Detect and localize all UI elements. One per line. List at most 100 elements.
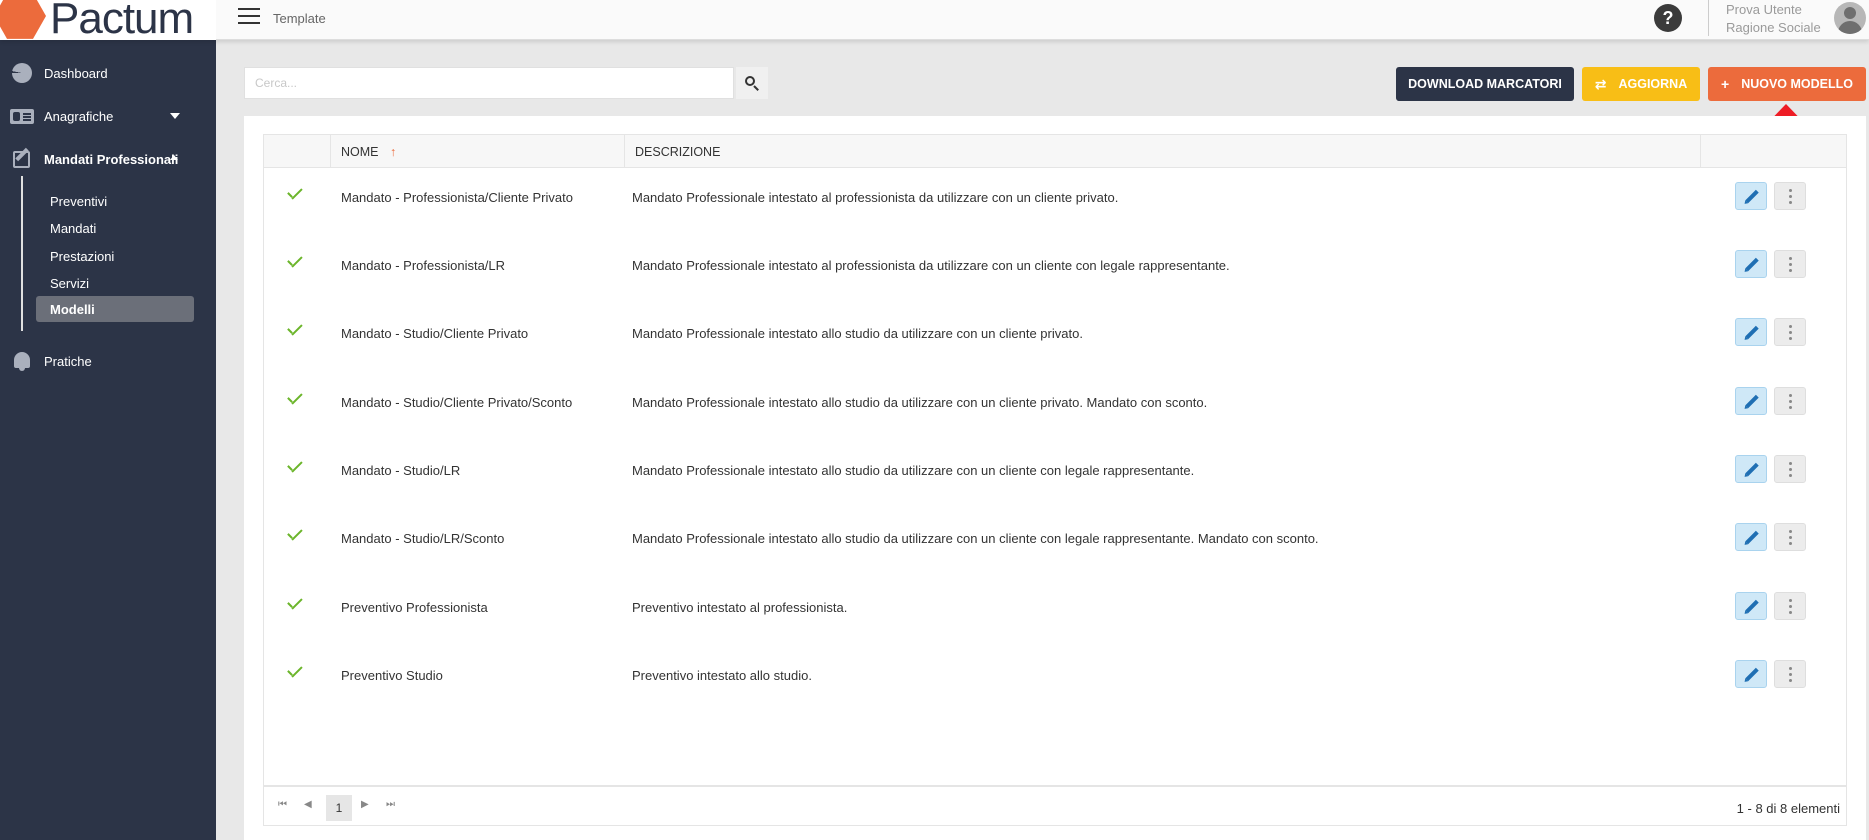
dot-icon — [1789, 530, 1792, 533]
more-options-button[interactable] — [1774, 182, 1806, 210]
row-name: Mandato - Studio/Cliente Privato/Sconto — [341, 395, 573, 410]
caret-down-icon — [170, 113, 180, 119]
new-template-button[interactable]: + Nuovo modello — [1708, 67, 1866, 101]
more-options-button[interactable] — [1774, 455, 1806, 483]
dot-icon — [1789, 257, 1792, 260]
dot-icon — [1789, 394, 1792, 397]
submenu-item-servizi[interactable]: Servizi — [50, 276, 89, 291]
edit-button[interactable] — [1735, 523, 1767, 551]
grid-header: Nome ↑ Descrizione — [264, 135, 1846, 168]
sidebar-item-pratiche[interactable]: Pratiche — [0, 344, 216, 378]
submenu-item-mandati[interactable]: Mandati — [50, 221, 96, 236]
row-name: Mandato - Studio/Cliente Privato — [341, 326, 529, 341]
table-row[interactable]: Mandato - Studio/Cliente Privato/Sconto … — [264, 373, 1846, 441]
avatar-body-icon — [1838, 21, 1862, 34]
sidebar-item-dashboard[interactable]: Dashboard — [0, 56, 216, 90]
pencil-icon — [1745, 667, 1759, 682]
top-bar: Pactum Template ? Prova Utente Ragione S… — [0, 0, 1869, 40]
check-icon — [286, 600, 304, 612]
edit-button[interactable] — [1735, 660, 1767, 688]
row-name: Preventivo Professionista — [341, 600, 488, 615]
search-button[interactable] — [736, 67, 768, 99]
edit-button[interactable] — [1735, 182, 1767, 210]
row-name: Mandato - Studio/LR — [341, 463, 461, 478]
table-row[interactable]: Mandato - Studio/LR/Sconto Mandato Profe… — [264, 509, 1846, 577]
dot-icon — [1789, 536, 1792, 539]
submenu-item-preventivi[interactable]: Preventivi — [50, 194, 107, 209]
column-header-actions — [1700, 135, 1846, 168]
download-markers-label: Download marcatori — [1408, 77, 1562, 91]
column-header-name[interactable]: Nome ↑ — [330, 135, 624, 168]
download-markers-button[interactable]: Download marcatori — [1396, 67, 1574, 101]
edit-button[interactable] — [1735, 318, 1767, 346]
dot-icon — [1789, 337, 1792, 340]
pencil-icon — [1745, 394, 1759, 409]
more-options-button[interactable] — [1774, 250, 1806, 278]
previous-page-icon[interactable]: ◀ — [304, 799, 312, 810]
check-icon — [286, 190, 304, 202]
new-template-label: Nuovo modello — [1741, 77, 1853, 91]
dot-icon — [1789, 269, 1792, 272]
user-name[interactable]: Prova Utente — [1726, 2, 1802, 17]
more-options-button[interactable] — [1774, 592, 1806, 620]
logo-hexagon-icon — [0, 0, 46, 39]
sidebar-item-label: Pratiche — [44, 354, 92, 369]
column-header-description[interactable]: Descrizione — [624, 135, 1700, 168]
submenu-item-modelli[interactable]: Modelli — [36, 296, 194, 322]
table-row[interactable]: Preventivo Studio Preventivo intestato a… — [264, 646, 1846, 714]
refresh-label: Aggiorna — [1618, 77, 1688, 91]
sort-ascending-icon[interactable]: ↑ — [390, 145, 396, 159]
page-number[interactable]: 1 — [326, 795, 352, 821]
sidebar-item-anagrafiche[interactable]: Anagrafiche — [0, 99, 216, 133]
row-description: Mandato Professionale intestato al profe… — [632, 190, 1119, 205]
pencil-icon — [1745, 257, 1759, 272]
table-row[interactable]: Mandato - Professionista/LR Mandato Prof… — [264, 236, 1846, 304]
bell-icon — [14, 352, 30, 371]
submenu-item-prestazioni[interactable]: Prestazioni — [50, 249, 114, 264]
refresh-icon: ⇄ — [1594, 75, 1607, 92]
last-page-icon[interactable]: ⏭ — [386, 799, 395, 810]
search-input[interactable] — [244, 67, 734, 99]
row-description: Mandato Professionale intestato allo stu… — [632, 531, 1319, 546]
row-name: Mandato - Studio/LR/Sconto — [341, 531, 505, 546]
more-options-button[interactable] — [1774, 387, 1806, 415]
dot-icon — [1789, 468, 1792, 471]
hamburger-menu-icon[interactable] — [238, 8, 260, 26]
edit-button[interactable] — [1735, 592, 1767, 620]
pencil-icon — [1745, 189, 1759, 204]
templates-grid: Nome ↑ Descrizione Mandato - Professioni… — [263, 134, 1847, 826]
table-row[interactable]: Mandato - Studio/LR Mandato Professional… — [264, 441, 1846, 509]
edit-button[interactable] — [1735, 455, 1767, 483]
table-row[interactable]: Mandato - Professionista/Cliente Privato… — [264, 168, 1846, 236]
pencil-icon — [1745, 462, 1759, 477]
dot-icon — [1789, 605, 1792, 608]
plus-icon: + — [1721, 76, 1730, 92]
dot-icon — [1789, 325, 1792, 328]
avatar[interactable] — [1834, 2, 1866, 34]
help-icon[interactable]: ? — [1654, 4, 1682, 32]
more-options-button[interactable] — [1774, 523, 1806, 551]
dot-icon — [1789, 611, 1792, 614]
logo-text: Pactum — [50, 0, 194, 40]
more-options-button[interactable] — [1774, 318, 1806, 346]
dot-icon — [1789, 201, 1792, 204]
row-name: Preventivo Studio — [341, 668, 443, 683]
avatar-head-icon — [1844, 7, 1856, 19]
refresh-button[interactable]: ⇄ Aggiorna — [1582, 67, 1700, 101]
dot-icon — [1789, 400, 1792, 403]
edit-button[interactable] — [1735, 250, 1767, 278]
sidebar-item-mandati-professionali[interactable]: Mandati Professionali — [0, 142, 216, 176]
more-options-button[interactable] — [1774, 660, 1806, 688]
pencil-icon — [1745, 599, 1759, 614]
pencil-icon — [1745, 530, 1759, 545]
first-page-icon[interactable]: ⏮ — [278, 799, 287, 810]
dot-icon — [1789, 263, 1792, 266]
check-icon — [286, 463, 304, 475]
next-page-icon[interactable]: ▶ — [361, 799, 369, 810]
logo[interactable]: Pactum — [0, 0, 216, 40]
user-company[interactable]: Ragione Sociale — [1726, 20, 1821, 35]
edit-button[interactable] — [1735, 387, 1767, 415]
dot-icon — [1789, 195, 1792, 198]
table-row[interactable]: Mandato - Studio/Cliente Privato Mandato… — [264, 304, 1846, 372]
table-row[interactable]: Preventivo Professionista Preventivo int… — [264, 578, 1846, 646]
